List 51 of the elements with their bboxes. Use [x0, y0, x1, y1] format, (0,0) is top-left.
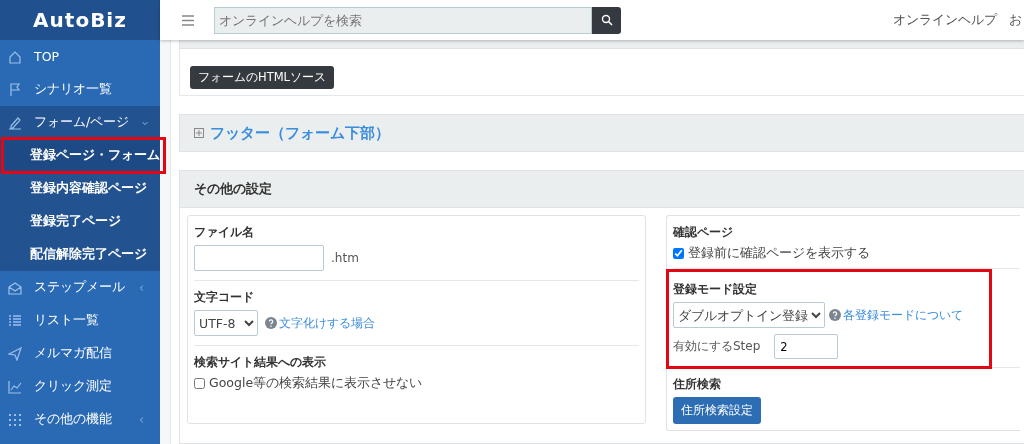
- sidebar-item[interactable]: シナリオ一覧: [0, 73, 160, 106]
- checkbox-option[interactable]: Google等の検索結果に表示させない: [194, 375, 639, 392]
- line-chart-icon: [8, 379, 22, 394]
- sidebar-subitem[interactable]: 登録内容確認ページ: [0, 172, 160, 205]
- sidebar-item[interactable]: ステップメール: [0, 271, 160, 304]
- step-field[interactable]: 2: [774, 334, 839, 359]
- sidebar-item[interactable]: リスト一覧: [0, 304, 160, 337]
- html-source-button[interactable]: フォームのHTMLソース: [190, 66, 334, 89]
- sidebar-item[interactable]: メルマガ配信: [0, 337, 160, 370]
- question-icon: [265, 317, 277, 329]
- address-search-button[interactable]: 住所検索設定: [673, 397, 761, 424]
- charset-select[interactable]: UTF-8: [194, 310, 258, 336]
- list-icon: [8, 313, 22, 328]
- help-link[interactable]: 文字化けする場合: [265, 315, 375, 331]
- flag-icon: [8, 82, 22, 97]
- sidebar-item[interactable]: その他の機能: [0, 403, 160, 436]
- pen-icon: [8, 115, 22, 130]
- search-field[interactable]: オンラインヘルプを検索: [214, 6, 592, 34]
- sidebar-subitem[interactable]: 配信解除完了ページ: [0, 238, 160, 271]
- menu-icon: [182, 14, 194, 26]
- sidebar-item[interactable]: クリック測定: [0, 370, 160, 403]
- mode-select[interactable]: ダブルオプトイン登録: [673, 302, 825, 328]
- sidebar-subitem[interactable]: 登録完了ページ: [0, 205, 160, 238]
- section-title: その他の設定: [180, 171, 1024, 208]
- header-link[interactable]: お: [1009, 11, 1022, 29]
- search-button[interactable]: [592, 6, 621, 34]
- file-extension: .htm: [331, 251, 359, 265]
- checkbox[interactable]: [194, 378, 205, 389]
- question-icon: [829, 309, 841, 321]
- search-icon: [600, 13, 613, 27]
- sidebar-item[interactable]: TOP: [0, 40, 160, 73]
- paper-plane-icon: [8, 346, 22, 361]
- field-label: 確認ページ: [673, 224, 733, 241]
- checkbox-option[interactable]: 登録前に確認ページを表示する: [673, 245, 1014, 262]
- accordion-title: フッター（フォーム下部）: [210, 123, 390, 143]
- filename-field[interactable]: [194, 245, 324, 271]
- sidebar-item[interactable]: フォーム/ページ: [0, 106, 160, 139]
- app-logo: AutoBiz: [0, 0, 160, 40]
- expand-icon: [194, 126, 204, 140]
- field-label: 文字コード: [194, 289, 254, 306]
- field-label: 登録モード設定: [673, 281, 757, 298]
- envelope-icon: [8, 280, 22, 295]
- field-label: 住所検索: [673, 376, 721, 393]
- field-label: 有効にするStep: [673, 338, 761, 355]
- field-label: ファイル名: [194, 224, 254, 241]
- grid-icon: [8, 412, 22, 427]
- header-link[interactable]: オンラインヘルプ: [893, 11, 997, 29]
- house-icon: [8, 49, 22, 64]
- help-link[interactable]: 各登録モードについて: [829, 307, 963, 323]
- field-label: 検索サイト結果への表示: [194, 354, 326, 371]
- checkbox[interactable]: [673, 248, 684, 259]
